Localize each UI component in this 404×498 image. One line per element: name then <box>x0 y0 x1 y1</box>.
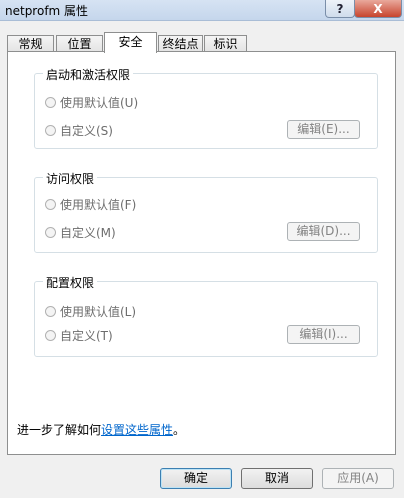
launch-edit-button[interactable]: 编辑(E)... <box>287 120 360 139</box>
help-button[interactable]: ? <box>325 0 355 18</box>
radio-icon <box>45 199 56 210</box>
cancel-button[interactable]: 取消 <box>241 468 313 489</box>
group-title: 配置权限 <box>43 274 98 291</box>
close-icon: X <box>373 1 383 16</box>
help-text-suffix: 。 <box>173 423 186 437</box>
tab-security[interactable]: 安全 <box>104 32 157 53</box>
radio-label: 自定义(M) <box>60 226 116 240</box>
radio-icon <box>45 97 56 108</box>
config-use-default-radio[interactable]: 使用默认值(L) <box>45 303 136 320</box>
radio-label: 自定义(T) <box>60 329 113 343</box>
radio-label: 使用默认值(L) <box>60 305 137 319</box>
radio-icon <box>45 306 56 317</box>
access-custom-radio[interactable]: 自定义(M) <box>45 224 116 241</box>
launch-custom-radio[interactable]: 自定义(S) <box>45 122 113 139</box>
radio-icon <box>45 125 56 136</box>
config-permissions-group: 配置权限 使用默认值(L) 自定义(T) 编辑(I)... <box>34 274 378 357</box>
help-text: 进一步了解如何设置这些属性。 <box>17 421 185 438</box>
access-use-default-radio[interactable]: 使用默认值(F) <box>45 196 136 213</box>
config-custom-radio[interactable]: 自定义(T) <box>45 327 113 344</box>
radio-label: 使用默认值(F) <box>60 198 137 212</box>
question-icon: ? <box>336 1 344 16</box>
launch-use-default-radio[interactable]: 使用默认值(U) <box>45 94 138 111</box>
tab-general[interactable]: 常规 <box>7 35 54 52</box>
config-edit-button[interactable]: 编辑(I)... <box>287 325 360 344</box>
close-button[interactable]: X <box>354 0 402 18</box>
ok-button[interactable]: 确定 <box>160 468 232 489</box>
radio-icon <box>45 227 56 238</box>
security-panel: 启动和激活权限 使用默认值(U) 自定义(S) 编辑(E)... 访问权限 使用… <box>7 51 396 455</box>
tab-identity[interactable]: 标识 <box>204 35 247 52</box>
access-permissions-group: 访问权限 使用默认值(F) 自定义(M) 编辑(D)... <box>34 170 378 253</box>
apply-button[interactable]: 应用(A) <box>322 468 394 489</box>
tab-location[interactable]: 位置 <box>56 35 103 52</box>
radio-label: 使用默认值(U) <box>60 96 139 110</box>
help-text-prefix: 进一步了解如何 <box>17 423 102 437</box>
title-bar: netprofm 属性 ? X <box>0 0 404 21</box>
access-edit-button[interactable]: 编辑(D)... <box>287 222 360 241</box>
launch-activation-group: 启动和激活权限 使用默认值(U) 自定义(S) 编辑(E)... <box>34 66 378 149</box>
group-title: 启动和激活权限 <box>43 66 134 83</box>
tab-endpoints[interactable]: 终结点 <box>158 35 203 52</box>
group-title: 访问权限 <box>43 170 98 187</box>
window-title: netprofm 属性 <box>5 4 89 18</box>
properties-help-link[interactable]: 设置这些属性 <box>101 423 173 437</box>
radio-icon <box>45 330 56 341</box>
radio-label: 自定义(S) <box>60 124 113 138</box>
